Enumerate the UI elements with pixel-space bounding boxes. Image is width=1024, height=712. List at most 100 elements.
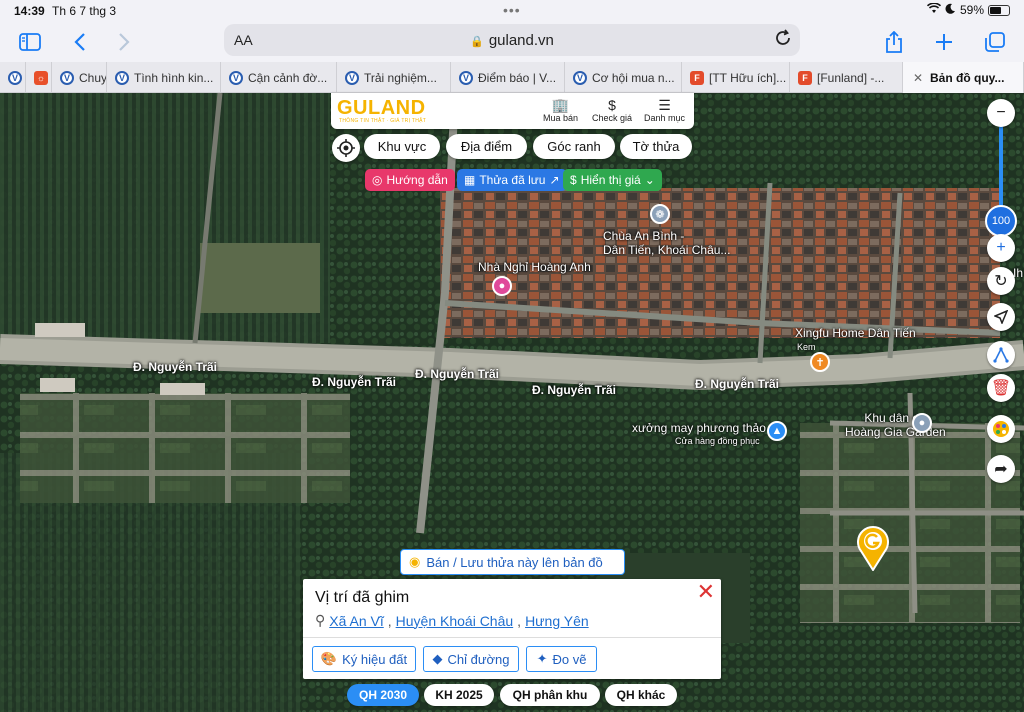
status-bar: 14:39 Th 6 7 thg 3 ••• 59% xyxy=(0,0,1024,22)
my-location-button[interactable] xyxy=(332,134,360,162)
target-icon: ◎ xyxy=(372,173,383,187)
measure-icon xyxy=(993,347,1009,363)
browser-tab[interactable]: V Điểm báo | V... xyxy=(451,62,565,93)
hotel-icon[interactable]: ● xyxy=(492,276,512,296)
road-label-nguyen-trai: Đ. Nguyễn Trãi xyxy=(695,377,780,391)
shopping-bag-icon[interactable]: ▲ xyxy=(767,421,787,441)
reload-icon[interactable] xyxy=(774,29,792,52)
favicon-icon: V xyxy=(573,70,587,85)
save-parcel-label: Bán / Lưu thửa này lên bản đồ xyxy=(426,554,603,570)
save-parcel-banner[interactable]: ◉ Bán / Lưu thửa này lên bản đồ xyxy=(400,549,625,575)
show-price-label: Hiển thị giá xyxy=(580,173,641,187)
browser-tab[interactable]: V Cơ hội mua n... xyxy=(565,62,682,93)
favicon-icon: V xyxy=(345,70,359,85)
bookmark-icon: ▦ xyxy=(464,173,476,187)
status-indicators: 59% xyxy=(926,2,1010,17)
nav-buy[interactable]: 🏢 Mua bán xyxy=(543,97,578,123)
share-map-button[interactable]: ➦ xyxy=(987,455,1015,483)
saved-parcels-button[interactable]: ▦ Thửa đã lưu ↗ xyxy=(457,169,567,191)
new-tab-icon[interactable] xyxy=(930,28,958,56)
layer-tab-qh-khac[interactable]: QH khác xyxy=(605,684,677,706)
tab-title: Bản đồ quy... xyxy=(930,70,1005,85)
browser-tab[interactable]: ✕ Bản đồ quy... xyxy=(903,62,1024,93)
color-palette-button[interactable] xyxy=(987,415,1015,443)
show-price-dropdown[interactable]: $ Hiển thị giá ⌄ xyxy=(563,169,662,191)
pinned-location-panel: Vị trí đã ghim ✕ ⚲ Xã An Vĩ, Huyện Khoái… xyxy=(303,579,721,679)
chip-area[interactable]: Khu vực xyxy=(364,134,440,159)
browser-tab[interactable]: V xyxy=(0,62,26,93)
browser-tab[interactable]: F [TT Hữu ích]... xyxy=(682,62,790,93)
share-arrow-icon: ➦ xyxy=(994,461,1008,478)
poi-pagoda-area: Dân Tiến, Khoái Châu... xyxy=(603,243,731,257)
browser-tab[interactable]: F [Funland] -... xyxy=(790,62,903,93)
tab-title: [Funland] -... xyxy=(817,70,885,85)
directions-diamond-icon: ◆ xyxy=(432,651,443,666)
dollar-icon: $ xyxy=(608,97,616,113)
chip-boundary[interactable]: Góc ranh xyxy=(533,134,615,159)
status-time: 14:39 xyxy=(14,4,45,18)
battery-percent: 59% xyxy=(959,3,984,17)
nav-buy-label: Mua bán xyxy=(543,113,579,123)
layer-tab-kh-2025[interactable]: KH 2025 xyxy=(424,684,494,706)
layer-tab-qh-phan-khu[interactable]: QH phân khu xyxy=(500,684,600,706)
forward-icon[interactable] xyxy=(110,28,138,56)
measure-button[interactable]: ✦ Đo vẽ xyxy=(526,646,597,672)
measure-tool-button[interactable] xyxy=(987,341,1015,369)
poi-xingfu-sub: Kem xyxy=(797,342,816,352)
refresh-icon: ↻ xyxy=(994,273,1008,290)
browser-tab[interactable]: ☼ xyxy=(26,62,52,93)
hamburger-icon: ☰ xyxy=(658,97,671,113)
poi-guesthouse-label[interactable]: Nhà Nghỉ Hoàng Anh xyxy=(478,260,591,274)
browser-tab[interactable]: V Chuy xyxy=(52,62,107,93)
directions-button[interactable]: ◆ Chỉ đường xyxy=(423,646,519,672)
refresh-button[interactable]: ↻ xyxy=(987,267,1015,295)
browser-tab[interactable]: V Cận cảnh đờ... xyxy=(221,62,337,93)
url-text[interactable]: 🔒 guland.vn xyxy=(224,32,800,49)
zoom-level-badge[interactable]: 100 xyxy=(985,205,1017,237)
browser-tab[interactable]: V Trải nghiệm... xyxy=(337,62,451,93)
commune-link[interactable]: Xã An Vĩ xyxy=(329,613,383,629)
tab-title: Tình hình kin... xyxy=(134,70,214,85)
multitask-dots-icon[interactable]: ••• xyxy=(503,2,521,18)
browser-tab[interactable]: V Tình hình kin... xyxy=(107,62,221,93)
district-link[interactable]: Huyện Khoái Châu xyxy=(396,613,514,629)
restaurant-icon[interactable]: ✝ xyxy=(810,352,830,372)
directions-guide-button[interactable]: ◎ Hướng dẫn xyxy=(365,169,455,191)
nav-check-price[interactable]: $ Check giá xyxy=(592,97,632,123)
measure-label: Đo vẽ xyxy=(552,651,587,667)
navigate-button[interactable] xyxy=(987,303,1015,331)
land-symbol-button[interactable]: 🎨 Ký hiệu đất xyxy=(312,646,416,672)
dollar-icon: $ xyxy=(570,173,577,187)
province-link[interactable]: Hưng Yên xyxy=(525,613,589,629)
pagoda-icon[interactable]: ❁ xyxy=(650,204,670,224)
close-icon[interactable]: ✕ xyxy=(697,581,715,603)
zoom-out-button[interactable]: − xyxy=(987,99,1015,127)
poi-pagoda-label[interactable]: Chùa An Bình - Dân Tiến, Khoái Châu... xyxy=(603,229,730,257)
road-label-nguyen-trai: Đ. Nguyễn Trãi xyxy=(133,360,218,374)
app-header: GULAND THÔNG TIN THẬT · GIÁ TRỊ THẬT 🏢 M… xyxy=(331,93,694,129)
tab-title: Trải nghiệm... xyxy=(364,70,437,85)
residential-pin-icon[interactable]: ● xyxy=(912,413,932,433)
tabs-overview-icon[interactable] xyxy=(981,28,1009,56)
share-icon[interactable] xyxy=(880,28,908,56)
directions-label: Chỉ đường xyxy=(447,651,510,667)
focus-moon-icon xyxy=(945,3,956,17)
trash-icon: 🗑 xyxy=(990,380,1012,397)
guland-logo[interactable]: GULAND xyxy=(337,97,426,120)
directions-guide-label: Hướng dẫn xyxy=(386,173,448,187)
delete-button[interactable]: 🗑 xyxy=(987,374,1015,402)
address-bar[interactable]: AA 🔒 guland.vn xyxy=(224,24,800,56)
poi-xingfu-label[interactable]: Xingfu Home Dân Tiến xyxy=(795,326,916,340)
back-icon[interactable] xyxy=(66,28,94,56)
nav-menu[interactable]: ☰ Danh mục xyxy=(644,97,685,123)
close-tab-icon[interactable]: ✕ xyxy=(911,71,925,85)
zoom-in-button[interactable]: + xyxy=(987,234,1015,262)
layer-tab-qh-2030[interactable]: QH 2030 xyxy=(347,684,419,706)
chip-location[interactable]: Địa điểm xyxy=(446,134,527,159)
tab-title: Điểm báo | V... xyxy=(478,70,557,85)
land-symbol-label: Ký hiệu đất xyxy=(342,651,408,667)
sidebar-icon[interactable] xyxy=(16,28,44,56)
palette-icon xyxy=(993,421,1009,437)
chip-parcel[interactable]: Tờ thửa xyxy=(620,134,692,159)
poi-factory-label[interactable]: xưởng may phương thảo xyxy=(632,421,766,435)
